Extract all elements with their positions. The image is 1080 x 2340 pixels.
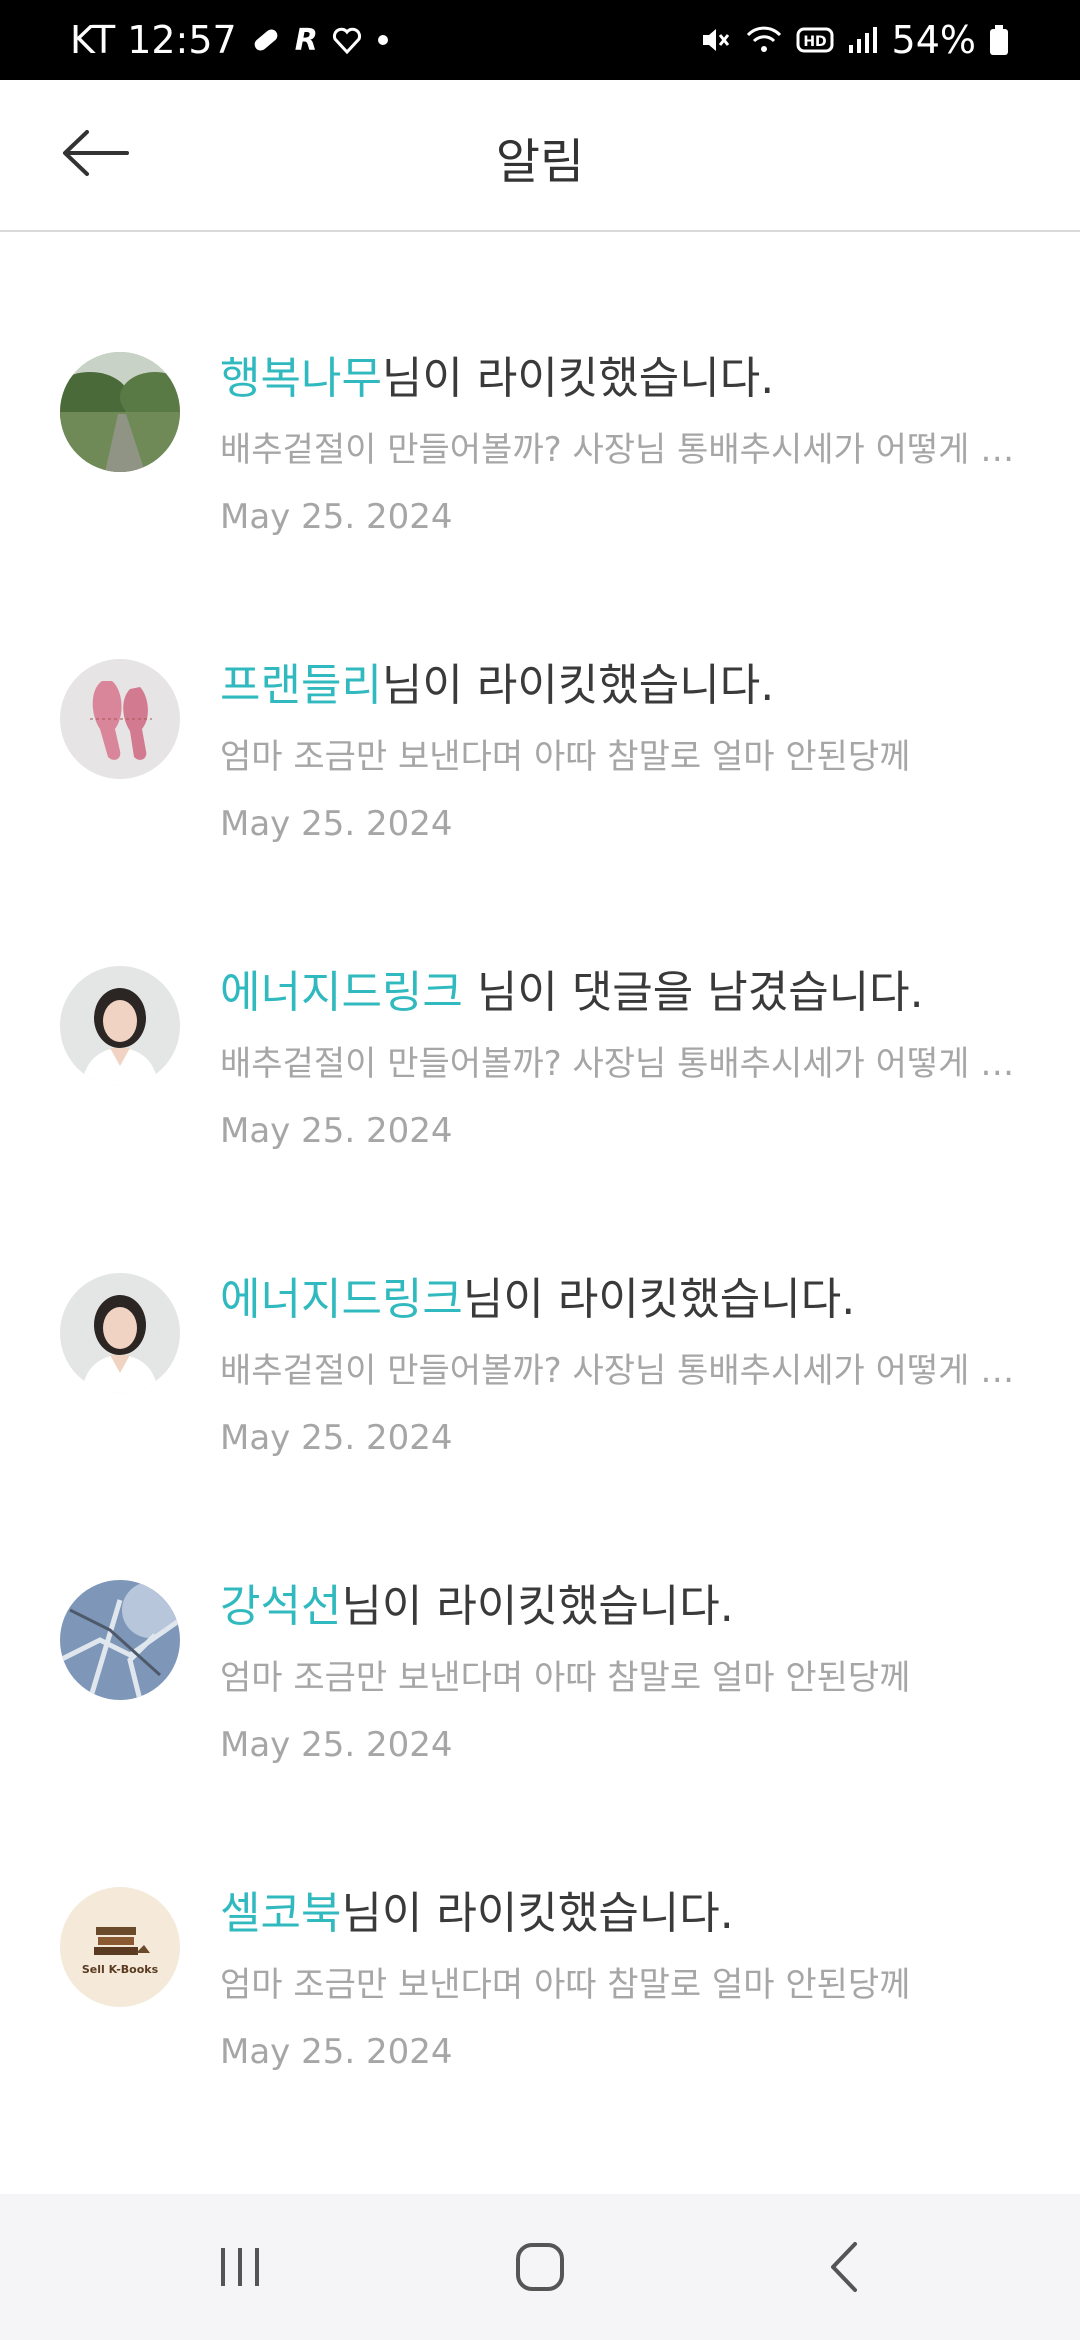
app-bar: 알림 [0, 80, 1080, 232]
battery-icon [988, 23, 1010, 57]
action-text: 님이 라이킷했습니다. [341, 1888, 734, 1939]
avatar[interactable] [60, 352, 180, 472]
notification-date: May 25. 2024 [220, 1418, 453, 1458]
back-chevron-icon [825, 2240, 865, 2298]
notification-headline: 셀코북님이 라이킷했습니다. [220, 1877, 734, 1941]
avatar[interactable] [60, 1273, 180, 1393]
status-right: HD 54% [698, 18, 1010, 62]
action-text: 님이 라이킷했습니다. [381, 660, 775, 711]
r-app-icon: R [294, 22, 318, 58]
pill-icon [249, 23, 283, 57]
system-nav-bar [0, 2194, 1080, 2340]
avatar[interactable] [60, 659, 180, 779]
notification-headline: 프랜들리님이 라이킷했습니다. [220, 649, 774, 713]
notification-item[interactable]: 프랜들리님이 라이킷했습니다. 엄마 조금만 보낸다며 아따 참말로 얼마 안된… [0, 659, 1080, 959]
notification-headline: 행복나무님이 라이킷했습니다. [220, 342, 774, 406]
recents-icon [215, 2242, 265, 2296]
battery-label: 54% [891, 18, 976, 62]
sell-k-books-logo: Sell K-Books [60, 1887, 180, 2007]
wifi-icon [744, 23, 784, 57]
recents-button[interactable] [195, 2234, 285, 2304]
post-preview: 엄마 조금만 보낸다며 아따 참말로 얼마 안된당께 [220, 1965, 911, 2005]
ballet-shoes-photo [60, 659, 180, 779]
notification-item[interactable]: Sell K-Books 셀코북님이 라이킷했습니다. 엄마 조금만 보낸다며 … [0, 1887, 1080, 2187]
tree-path-photo [60, 352, 180, 472]
notification-date: May 25. 2024 [220, 804, 453, 844]
notification-headline: 강석선님이 라이킷했습니다. [220, 1570, 734, 1634]
page-title: 알림 [495, 134, 585, 190]
woman-portrait-photo [60, 966, 180, 1086]
status-bar: KT 12:57 R HD 54% [0, 0, 1080, 80]
avatar[interactable]: Sell K-Books [60, 1887, 180, 2007]
username-link[interactable]: 강석선 [220, 1581, 341, 1632]
post-preview: 배추겉절이 만들어볼까? 사장님 통배추시세가 어떻게 되나요? [220, 430, 1020, 470]
avatar[interactable] [60, 1580, 180, 1700]
mute-icon [698, 23, 732, 57]
svg-text:Sell K-Books: Sell K-Books [82, 1963, 159, 1976]
woman-portrait-photo [60, 1273, 180, 1393]
notification-date: May 25. 2024 [220, 497, 453, 537]
username-link[interactable]: 셀코북 [220, 1888, 341, 1939]
action-text: 님이 라이킷했습니다. [341, 1581, 734, 1632]
username-link[interactable]: 에너지드링크 [220, 1274, 463, 1325]
action-text: 님이 라이킷했습니다. [462, 1274, 856, 1325]
username-link[interactable]: 프랜들리 [220, 660, 382, 711]
notification-item[interactable]: 강석선님이 라이킷했습니다. 엄마 조금만 보낸다며 아따 참말로 얼마 안된당… [0, 1580, 1080, 1880]
hd-icon: HD [796, 25, 834, 55]
dot-icon [376, 33, 390, 47]
home-button[interactable] [495, 2234, 585, 2304]
post-preview: 배추겉절이 만들어볼까? 사장님 통배추시세가 어떻게 되나요? [220, 1351, 1020, 1391]
snowy-branches-photo [60, 1580, 180, 1700]
notification-date: May 25. 2024 [220, 1111, 453, 1151]
notification-list[interactable]: 행복나무님이 라이킷했습니다. 배추겉절이 만들어볼까? 사장님 통배추시세가 … [0, 232, 1080, 2194]
heart-app-icon [330, 23, 364, 57]
clock-label: 12:57 [127, 18, 237, 62]
notification-date: May 25. 2024 [220, 2032, 453, 2072]
username-link[interactable]: 에너지드링크 [220, 967, 463, 1018]
notification-headline: 에너지드링크님이 라이킷했습니다. [220, 1263, 855, 1327]
post-preview: 엄마 조금만 보낸다며 아따 참말로 얼마 안된당께 [220, 737, 911, 777]
username-link[interactable]: 행복나무 [220, 353, 382, 404]
status-left: KT 12:57 R [70, 18, 390, 62]
notification-item[interactable]: 행복나무님이 라이킷했습니다. 배추겉절이 만들어볼까? 사장님 통배추시세가 … [0, 352, 1080, 652]
signal-icon [846, 23, 880, 57]
nav-back-button[interactable] [800, 2234, 890, 2304]
notification-item[interactable]: 에너지드링크 님이 댓글을 남겼습니다. 배추겉절이 만들어볼까? 사장님 통배… [0, 966, 1080, 1266]
post-preview: 배추겉절이 만들어볼까? 사장님 통배추시세가 어떻게 되나요? [220, 1044, 1020, 1084]
notification-date: May 25. 2024 [220, 1725, 453, 1765]
svg-text:HD: HD [803, 34, 826, 50]
home-icon [513, 2240, 567, 2298]
action-text: 님이 라이킷했습니다. [381, 353, 775, 404]
notification-item[interactable]: 에너지드링크님이 라이킷했습니다. 배추겉절이 만들어볼까? 사장님 통배추시세… [0, 1273, 1080, 1573]
action-text: 님이 댓글을 남겼습니다. [462, 967, 924, 1018]
notification-headline: 에너지드링크 님이 댓글을 남겼습니다. [220, 956, 924, 1020]
post-preview: 엄마 조금만 보낸다며 아따 참말로 얼마 안된당께 [220, 1658, 911, 1698]
carrier-label: KT [70, 18, 116, 62]
avatar[interactable] [60, 966, 180, 1086]
